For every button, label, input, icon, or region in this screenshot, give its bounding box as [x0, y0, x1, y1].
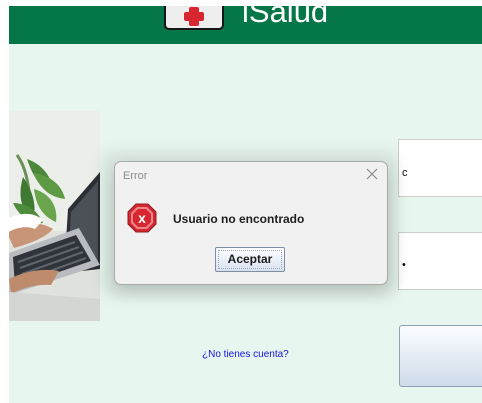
username-field[interactable]: c	[398, 139, 482, 197]
signup-link[interactable]: ¿No tienes cuenta?	[202, 349, 289, 360]
app-title: iSalud	[242, 6, 329, 29]
ok-button[interactable]: Aceptar	[215, 247, 285, 272]
login-button[interactable]	[399, 325, 482, 387]
close-icon[interactable]	[364, 166, 380, 182]
medical-cross-logo-icon	[164, 6, 224, 30]
svg-text:x: x	[138, 210, 146, 226]
error-dialog: Error x Usuario no encontrado Aceptar	[114, 161, 388, 285]
laptop-photo	[9, 111, 100, 321]
dialog-title: Error	[123, 170, 148, 182]
header-bar: iSalud	[9, 6, 482, 44]
ok-button-label: Aceptar	[218, 250, 282, 269]
password-field[interactable]: •	[398, 232, 482, 290]
error-x-icon: x	[127, 203, 157, 233]
dialog-message: Usuario no encontrado	[173, 212, 305, 226]
